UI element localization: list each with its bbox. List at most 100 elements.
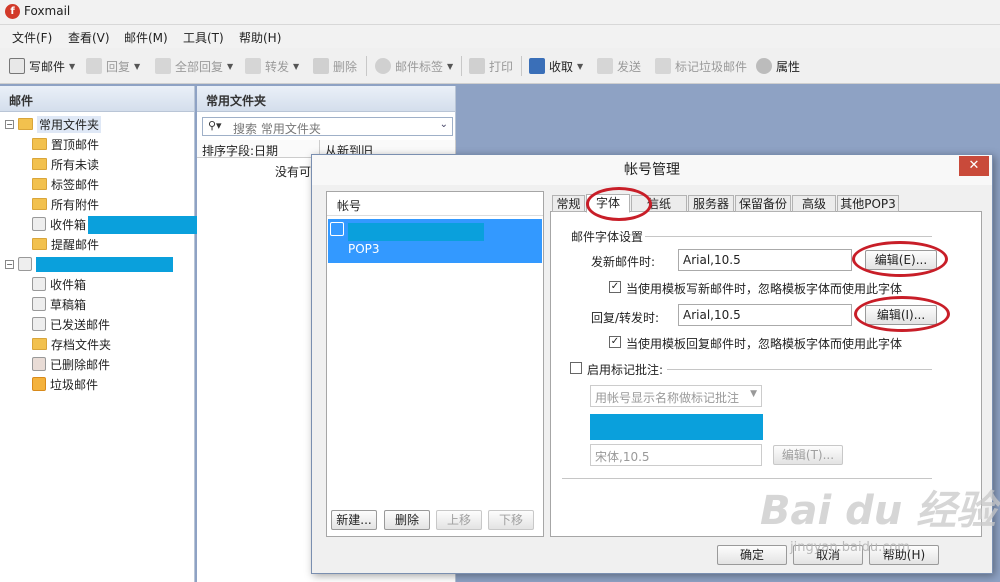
reply-all-button[interactable]: 全部回复 ▼ — [155, 57, 233, 75]
print-button[interactable]: 打印 — [469, 57, 513, 75]
tab-stationery[interactable]: 信纸 — [631, 195, 687, 212]
dialog-title: 帐号管理 — [312, 155, 992, 185]
delete-label: 删除 — [333, 59, 358, 74]
toolbar-divider — [366, 56, 367, 76]
delete-account-button[interactable]: 删除 — [384, 510, 430, 530]
receive-dropdown-icon[interactable]: ▼ — [577, 62, 583, 71]
folder-pinned[interactable]: 置顶邮件 — [32, 135, 99, 153]
properties-icon — [756, 58, 772, 74]
reply-font-field[interactable]: Arial,10.5 — [678, 304, 852, 326]
tab-backup[interactable]: 保留备份 — [735, 195, 791, 212]
folder-icon — [32, 178, 47, 190]
menu-mail[interactable]: 邮件(M) — [124, 29, 168, 46]
folder-junk[interactable]: 垃圾邮件 — [32, 375, 98, 393]
empty-list-text: 没有可 — [275, 165, 312, 179]
forward-button[interactable]: 转发 ▼ — [245, 57, 299, 75]
app-title: Foxmail — [24, 4, 71, 18]
move-down-button[interactable]: 下移 — [488, 510, 534, 530]
menu-file[interactable]: 文件(F) — [12, 29, 52, 46]
move-up-button[interactable]: 上移 — [436, 510, 482, 530]
folder-inbox[interactable]: 收件箱 — [32, 275, 86, 293]
mark-font-field[interactable]: 宋体,10.5 — [590, 444, 762, 466]
collapse-icon[interactable]: − — [5, 259, 14, 269]
account-list: 帐号 POP3 — [326, 191, 544, 537]
receive-button[interactable]: 收取 ▼ — [529, 57, 583, 75]
menu-view[interactable]: 查看(V) — [68, 29, 110, 46]
tab-server[interactable]: 服务器 — [688, 195, 734, 212]
tab-other-pop3[interactable]: 其他POP3 — [837, 195, 899, 212]
folder-icon — [18, 118, 33, 130]
menu-tools[interactable]: 工具(T) — [183, 29, 224, 46]
search-input[interactable]: ⚲▾ 搜索 常用文件夹 ⌄ — [202, 117, 453, 136]
tab-general[interactable]: 常规 — [552, 195, 585, 212]
folder-unread[interactable]: 所有未读 — [32, 155, 99, 173]
folder-label: 已删除邮件 — [50, 357, 111, 372]
mail-list-header: 常用文件夹 — [197, 86, 455, 112]
collapse-icon[interactable]: − — [5, 119, 14, 129]
new-mail-font-field[interactable]: Arial,10.5 — [678, 249, 852, 271]
properties-button[interactable]: 属性 — [756, 57, 800, 75]
common-folder-node[interactable]: − 常用文件夹 — [5, 115, 102, 133]
tab-font[interactable]: 字体 — [586, 194, 630, 213]
folder-deleted[interactable]: 已删除邮件 — [32, 355, 110, 373]
sort-field-header[interactable]: 排序字段:日期 — [197, 140, 320, 158]
account-node[interactable]: − — [5, 255, 32, 273]
edit-new-mail-font-button[interactable]: 编辑(E)... — [865, 250, 937, 270]
delete-button[interactable]: 删除 — [313, 57, 357, 75]
reply-label: 回复 — [106, 59, 131, 74]
folder-label: 标签邮件 — [51, 177, 100, 192]
reply-all-icon — [155, 58, 171, 74]
ignore-template-reply-checkbox[interactable]: ✓ — [609, 336, 621, 348]
compose-button[interactable]: 写邮件 ▼ — [9, 57, 75, 75]
menu-help[interactable]: 帮助(H) — [239, 29, 281, 46]
redacted-account-name — [36, 257, 173, 272]
properties-label: 属性 — [776, 59, 801, 74]
junk-button[interactable]: 标记垃圾邮件 — [655, 57, 747, 75]
account-icon — [18, 257, 32, 271]
folder-inbox-common[interactable]: 收件箱 — [32, 215, 86, 233]
folder-drafts[interactable]: 草稿箱 — [32, 295, 86, 313]
folder-label: 所有未读 — [51, 157, 100, 172]
close-button[interactable]: ✕ — [959, 156, 989, 176]
reply-dropdown-icon[interactable]: ▼ — [134, 62, 140, 71]
mark-name-select[interactable]: 用帐号显示名称做标记批注 ▼ — [590, 385, 762, 407]
ignore-template-reply-label: 当使用模板回复邮件时，忽略模板字体而使用此字体 — [626, 337, 903, 351]
trash-icon — [32, 357, 46, 371]
edit-mark-font-button[interactable]: 编辑(T)... — [773, 445, 843, 465]
folder-label: 已发送邮件 — [50, 317, 111, 332]
search-options-icon[interactable]: ⌄ — [440, 119, 448, 130]
folder-sent[interactable]: 已发送邮件 — [32, 315, 110, 333]
tag-button[interactable]: 邮件标签 ▼ — [375, 57, 453, 75]
folder-attachments[interactable]: 所有附件 — [32, 195, 99, 213]
new-account-button[interactable]: 新建... — [331, 510, 377, 530]
ok-button[interactable]: 确定 — [717, 545, 787, 565]
reply-all-dropdown-icon[interactable]: ▼ — [227, 62, 233, 71]
folder-label: 垃圾邮件 — [50, 377, 99, 392]
folder-label: 置顶邮件 — [51, 137, 100, 152]
forward-dropdown-icon[interactable]: ▼ — [293, 62, 299, 71]
account-gear-icon — [330, 222, 344, 236]
inbox-icon — [32, 217, 46, 231]
enable-mark-checkbox[interactable] — [570, 362, 582, 374]
redacted-account-name — [88, 216, 204, 234]
folder-label: 所有附件 — [51, 197, 100, 212]
folder-panel-header: 邮件 — [0, 86, 194, 112]
tag-dropdown-icon[interactable]: ▼ — [447, 62, 453, 71]
edit-reply-font-button[interactable]: 编辑(I)... — [865, 305, 937, 325]
section-divider — [667, 369, 932, 370]
toolbar-divider — [521, 56, 522, 76]
reply-button[interactable]: 回复 ▼ — [86, 57, 140, 75]
tab-advanced[interactable]: 高级 — [792, 195, 836, 212]
forward-label: 转发 — [265, 59, 290, 74]
folder-reminder[interactable]: 提醒邮件 — [32, 235, 99, 253]
account-list-item[interactable]: POP3 — [328, 219, 542, 263]
send-icon — [597, 58, 613, 74]
new-mail-font-label: 发新邮件时: — [591, 255, 656, 269]
foxmail-logo-icon: f — [5, 4, 20, 19]
folder-tagged[interactable]: 标签邮件 — [32, 175, 99, 193]
compose-icon — [9, 58, 25, 74]
compose-dropdown-icon[interactable]: ▼ — [69, 62, 75, 71]
send-button[interactable]: 发送 — [597, 57, 641, 75]
folder-archive[interactable]: 存档文件夹 — [32, 335, 111, 353]
ignore-template-new-checkbox[interactable]: ✓ — [609, 281, 621, 293]
